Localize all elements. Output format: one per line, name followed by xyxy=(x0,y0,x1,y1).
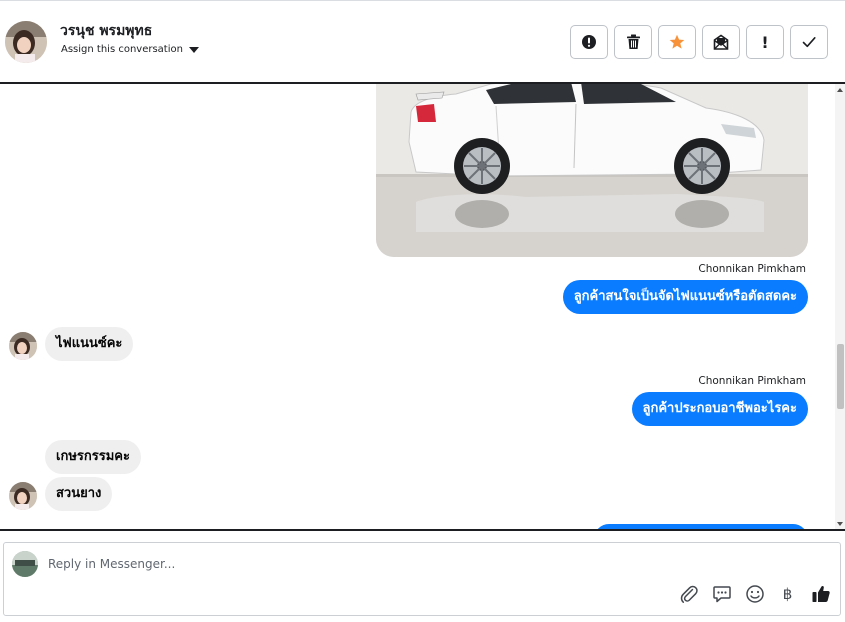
delete-button[interactable] xyxy=(614,25,652,59)
baht-icon[interactable]: ฿ xyxy=(776,582,799,605)
thread-scrollbar[interactable] xyxy=(835,84,845,530)
check-icon xyxy=(802,37,816,48)
scroll-down-arrow-icon[interactable] xyxy=(837,522,843,526)
reply-composer: ฿ xyxy=(3,542,841,616)
outgoing-message[interactable]: ลูกค้าสนใจเป็นจัดไฟแนนซ์หรือตัดสดคะ xyxy=(562,280,808,314)
mark-done-button[interactable] xyxy=(790,25,828,59)
mark-spam-button[interactable] xyxy=(570,25,608,59)
incoming-message[interactable]: ไฟแนนซ์คะ xyxy=(45,327,134,361)
sender-name: Chonnikan Pimkham xyxy=(698,263,806,275)
mark-unread-button[interactable] xyxy=(702,25,740,59)
envelope-open-icon xyxy=(713,34,729,50)
conversation-header: วรนุช พรมพุทธ Assign this conversation ! xyxy=(0,0,845,84)
reply-input[interactable] xyxy=(48,554,648,574)
page-avatar xyxy=(12,551,38,577)
paperclip-icon[interactable] xyxy=(677,582,700,605)
thumbs-up-icon[interactable] xyxy=(809,582,832,605)
contact-avatar-small xyxy=(9,332,37,360)
composer-divider xyxy=(0,529,845,531)
sender-name: Chonnikan Pimkham xyxy=(698,375,806,387)
contact-name: วรนุช พรมพุทธ xyxy=(60,23,153,39)
star-button[interactable] xyxy=(658,25,696,59)
contact-avatar[interactable] xyxy=(5,21,47,63)
outgoing-message[interactable]: ลูกค้าประกอบอาชีพอะไรคะ xyxy=(631,392,808,426)
caret-down-icon xyxy=(188,46,199,53)
scrollbar-thumb[interactable] xyxy=(837,344,844,409)
car-photo-attachment[interactable] xyxy=(376,84,808,257)
message-thread[interactable]: Chonnikan Pimkham ลูกค้าสนใจเป็นจัดไฟแนน… xyxy=(0,84,845,530)
scroll-up-arrow-icon[interactable] xyxy=(837,88,843,92)
follow-up-button[interactable]: ! xyxy=(746,25,784,59)
trash-icon xyxy=(626,34,640,49)
incoming-message[interactable]: สวนยาง xyxy=(45,477,113,511)
saved-reply-icon[interactable] xyxy=(710,582,733,605)
header-top-border xyxy=(0,0,845,3)
alert-circle-icon xyxy=(582,35,596,49)
contact-avatar-small xyxy=(9,482,37,510)
assign-label: Assign this conversation xyxy=(61,44,183,55)
star-icon xyxy=(669,34,685,49)
emoji-icon[interactable] xyxy=(743,582,766,605)
conversation-toolbar: ! xyxy=(570,25,828,59)
incoming-message[interactable]: เกษรกรรมคะ xyxy=(45,440,141,474)
assign-conversation-dropdown[interactable]: Assign this conversation xyxy=(61,44,199,55)
composer-actions: ฿ xyxy=(677,582,832,605)
exclamation-icon: ! xyxy=(761,32,769,52)
